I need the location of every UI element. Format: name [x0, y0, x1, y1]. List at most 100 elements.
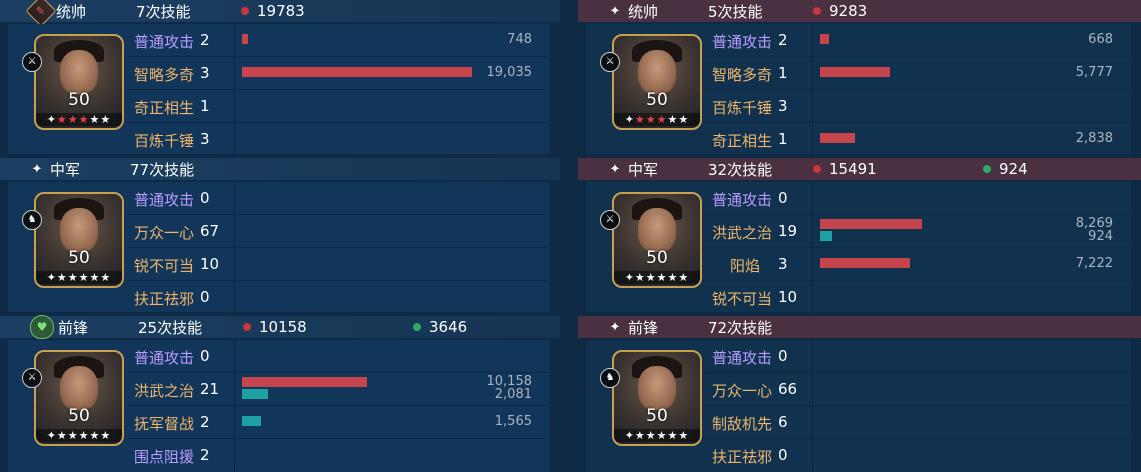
divider [234, 123, 235, 155]
skill-name: 普通攻击 [134, 191, 195, 209]
role-label: 中军 [50, 160, 81, 179]
skill-row[interactable]: 智略多奇 1 5,777 [706, 57, 1131, 90]
hero-portrait[interactable]: 50 ✦★★★★★ [34, 350, 124, 446]
divider [234, 24, 235, 56]
skill-list: 普通攻击 2 668 智略多奇 1 5,777 百炼千锤 3 奇正相生 1 2,838 [706, 24, 1131, 155]
skill-use-count: 3 [200, 64, 210, 82]
skill-count-label: 72次技能 [708, 318, 773, 337]
skill-row[interactable]: 扶正祛邪 0 [706, 439, 1131, 471]
hero-portrait[interactable]: 50 ✦★★★★★ [612, 350, 702, 446]
skill-use-count: 19 [778, 222, 798, 240]
role-label: 前锋 [628, 318, 659, 337]
star-icon: ★ [56, 271, 68, 284]
skill-row[interactable]: 普通攻击 0 [706, 182, 1131, 215]
damage-bar [242, 34, 248, 44]
star-rating: ✦★★★★★ [36, 271, 122, 284]
skill-value: 2,838 [1075, 131, 1113, 146]
skill-use-count: 10 [200, 255, 220, 273]
hero-level: 50 [646, 248, 668, 268]
sword-icon: ⚔ [600, 210, 620, 230]
skill-row[interactable]: 锐不可当 10 [706, 281, 1131, 313]
damage-value: 19783 [257, 2, 305, 20]
skill-row[interactable]: 奇正相生 1 [128, 90, 550, 123]
skill-row[interactable]: 阳焰 3 7,222 [706, 248, 1131, 281]
divider [812, 24, 813, 56]
skill-row[interactable]: 普通攻击 0 [128, 182, 550, 215]
skill-row[interactable]: 普通攻击 2 748 [128, 24, 550, 57]
skill-row[interactable]: 百炼千锤 3 [706, 90, 1131, 123]
horse-icon: ♞ [22, 210, 42, 230]
skill-use-count: 0 [778, 347, 788, 365]
hero-face [60, 366, 98, 410]
star-icon: ✦ [609, 161, 621, 177]
skill-row[interactable]: 奇正相生 1 2,838 [706, 123, 1131, 155]
heal-bar [242, 389, 268, 399]
hero-header: ♥ 前锋 25次技能 10158 3646 [0, 315, 560, 339]
red-star-icon: ★ [645, 113, 657, 126]
skill-name: 智略多奇 [712, 66, 773, 84]
skill-row[interactable]: 普通攻击 2 668 [706, 24, 1131, 57]
skill-count-label: 5次技能 [708, 2, 763, 21]
hero-portrait[interactable]: 50 ✦★★★★★ [34, 34, 124, 130]
horse-icon: ♞ [600, 368, 620, 388]
skill-row[interactable]: 制敌机先 6 [706, 406, 1131, 439]
divider [234, 373, 235, 405]
skill-row[interactable]: 万众一心 67 [128, 215, 550, 248]
hero-level: 50 [68, 406, 90, 426]
hero-level: 50 [68, 90, 90, 110]
skill-name: 普通攻击 [712, 33, 773, 51]
skill-row[interactable]: 普通攻击 0 [706, 340, 1131, 373]
hero-portrait[interactable]: 50 ✦★★★★★ [34, 192, 124, 288]
skill-value: 668 [1088, 32, 1113, 47]
skill-row[interactable]: 智略多奇 3 19,035 [128, 57, 550, 90]
skill-row[interactable]: 围点阻援 2 [128, 439, 550, 471]
divider [234, 248, 235, 280]
divider [812, 123, 813, 155]
skill-value: 1,565 [494, 414, 532, 429]
divider [812, 406, 813, 438]
skill-row[interactable]: 洪武之治 19 8,269 924 [706, 215, 1131, 248]
hero-face [60, 208, 98, 252]
skill-count-label: 25次技能 [138, 318, 203, 337]
damage-bar [242, 67, 472, 77]
hero-portrait[interactable]: 50 ✦★★★★★ [612, 34, 702, 130]
star-icon: ✦ [609, 3, 621, 19]
star-icon: ★ [678, 113, 690, 126]
divider [812, 182, 813, 214]
skill-name: 万众一心 [712, 382, 773, 400]
star-icon: ★ [67, 429, 79, 442]
star-icon: ★ [78, 429, 90, 442]
divider [812, 57, 813, 89]
hero-header: ✦ 统帅 5次技能 9283 [578, 0, 1141, 22]
star-icon: ★ [89, 113, 101, 126]
star-rating: ✦★★★★★ [36, 429, 122, 442]
skill-row[interactable]: 普通攻击 0 [128, 340, 550, 373]
star-icon: ★ [678, 271, 690, 284]
skill-use-count: 66 [778, 380, 798, 398]
skill-row[interactable]: 扶正祛邪 0 [128, 281, 550, 313]
skill-use-count: 0 [200, 347, 210, 365]
skill-name: 锐不可当 [134, 257, 195, 275]
skill-row[interactable]: 洪武之治 21 10,158 2,081 [128, 373, 550, 406]
heal-bar [820, 231, 832, 241]
hero-portrait[interactable]: 50 ✦★★★★★ [612, 192, 702, 288]
skill-value-secondary: 2,081 [494, 387, 532, 402]
skill-row[interactable]: 万众一心 66 [706, 373, 1131, 406]
skill-name: 百炼千锤 [134, 132, 195, 150]
skill-use-count: 3 [778, 255, 788, 273]
skill-value: 5,777 [1075, 65, 1113, 80]
skill-value: 7,222 [1075, 256, 1113, 271]
skill-list: 普通攻击 0 洪武之治 21 10,158 2,081 抚军督战 2 1,565 围点阻援 2 [128, 340, 550, 471]
star-icon: ★ [100, 113, 112, 126]
divider [234, 57, 235, 89]
divider [234, 182, 235, 214]
skill-name: 制敌机先 [712, 415, 773, 433]
damage-bar [820, 67, 890, 77]
skill-row[interactable]: 抚军督战 2 1,565 [128, 406, 550, 439]
damage-dot-icon [241, 7, 249, 15]
divider [812, 248, 813, 280]
skill-row[interactable]: 百炼千锤 3 [128, 123, 550, 155]
red-star-icon: ★ [67, 113, 79, 126]
skill-name: 百炼千锤 [712, 99, 773, 117]
skill-row[interactable]: 锐不可当 10 [128, 248, 550, 281]
